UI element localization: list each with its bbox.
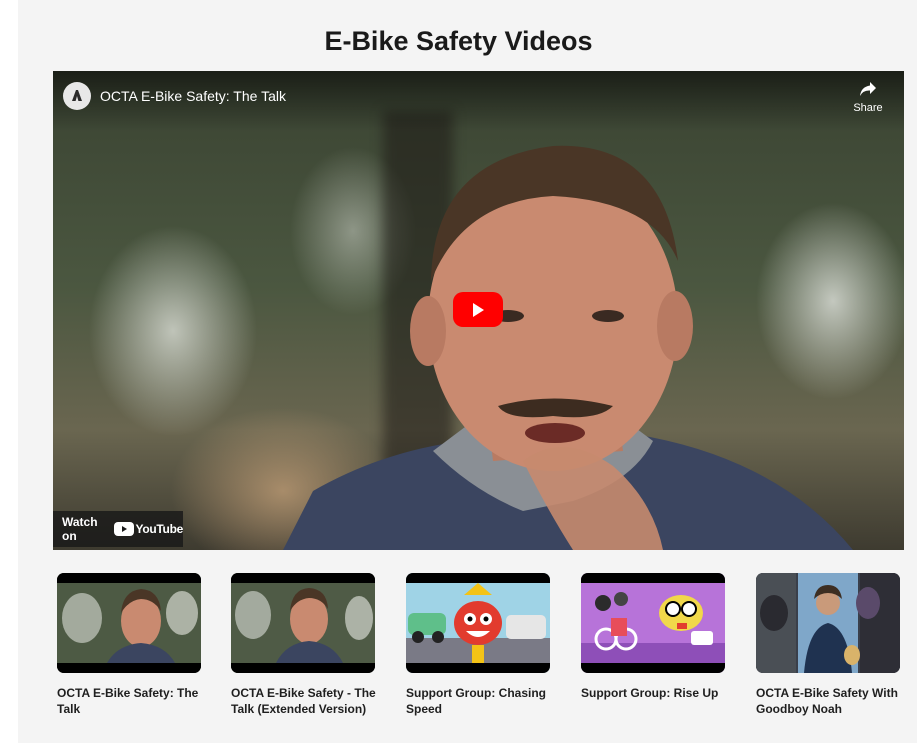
thumbnail-title: OCTA E-Bike Safety: The Talk [57,686,199,716]
thumbnail-image [57,573,201,673]
video-title-link[interactable]: OCTA E-Bike Safety: The Talk [100,88,286,104]
playlist-item[interactable]: OCTA E-Bike Safety With Goodboy Noah [756,573,906,717]
youtube-logo: YouTube [113,522,184,536]
watch-on-youtube-button[interactable]: Watch on YouTube [53,511,183,547]
thumbnail-title: Support Group: Rise Up [581,686,719,700]
play-button[interactable] [453,292,503,327]
playlist-item[interactable]: OCTA E-Bike Safety: The Talk [57,573,207,717]
youtube-icon [113,522,134,536]
share-label: Share [853,102,883,114]
page-title: E-Bike Safety Videos [324,26,593,57]
youtube-wordmark: YouTube [135,522,184,536]
share-button[interactable]: Share [850,81,886,114]
channel-logo[interactable] [63,82,91,110]
octa-logo-icon [72,90,82,101]
play-icon [473,302,484,317]
thumbnail-title: OCTA E-Bike Safety With Goodboy Noah [756,686,898,716]
video-player[interactable]: OCTA E-Bike Safety: The Talk Share Watch… [53,71,904,550]
playlist: OCTA E-Bike Safety: The Talk OCTA E-Bike… [57,573,907,743]
thumbnail-image [406,573,550,673]
thumbnail-image [231,573,375,673]
playlist-item[interactable]: Support Group: Rise Up [581,573,731,701]
thumbnail-image [756,573,900,673]
watch-on-label: Watch on [62,515,98,543]
playlist-item[interactable]: OCTA E-Bike Safety - The Talk (Extended … [231,573,381,717]
share-icon [860,82,876,96]
playlist-item[interactable]: Support Group: Chasing Speed [406,573,556,717]
thumbnail-title: OCTA E-Bike Safety - The Talk (Extended … [231,686,376,716]
thumbnail-image [581,573,725,673]
thumbnail-title: Support Group: Chasing Speed [406,686,546,716]
